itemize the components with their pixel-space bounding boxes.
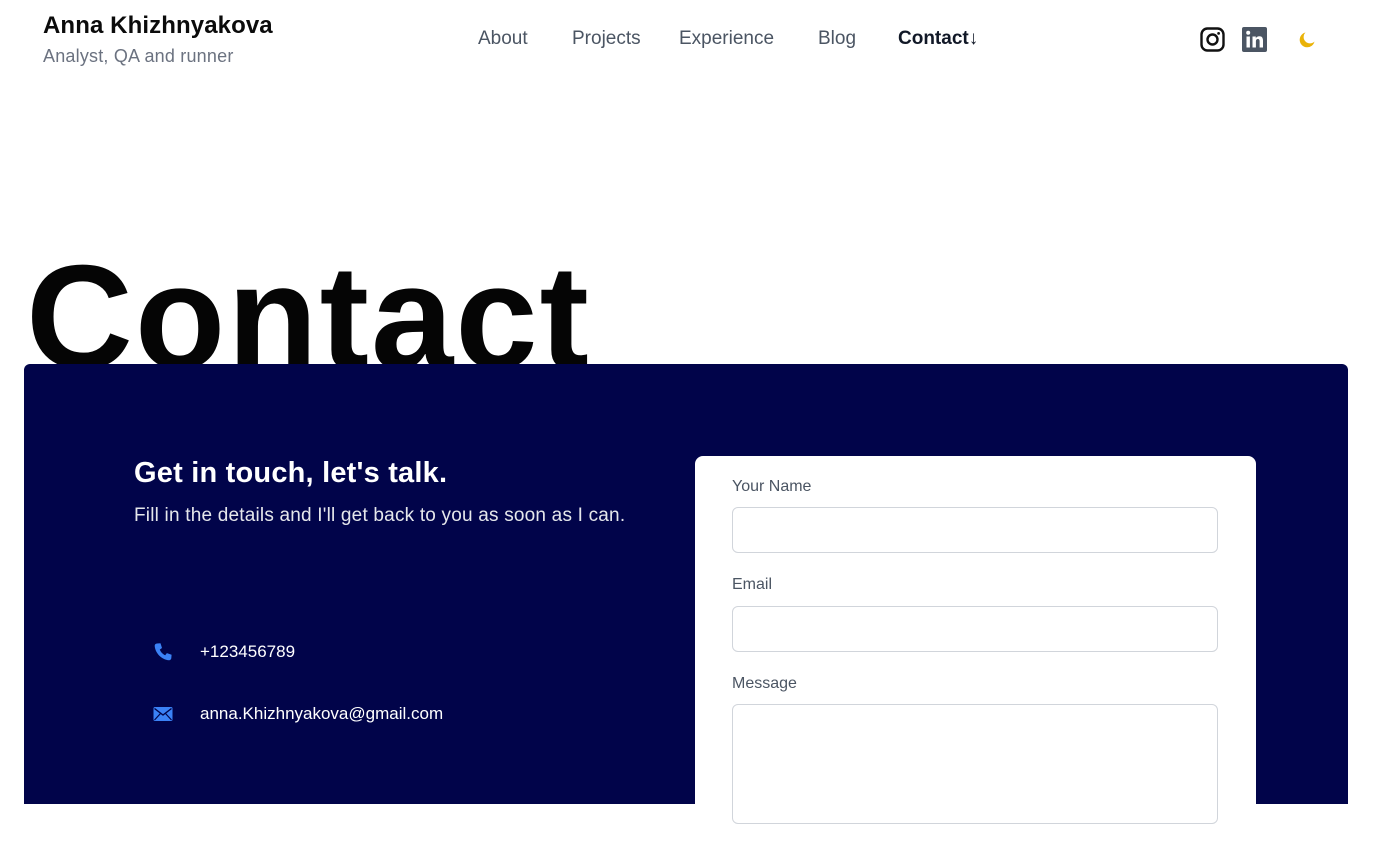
instagram-icon[interactable]: [1200, 27, 1225, 52]
nav-blog[interactable]: Blog: [818, 28, 856, 50]
phone-icon: [152, 641, 174, 663]
nav-projects[interactable]: Projects: [572, 28, 641, 50]
message-label: Message: [732, 675, 797, 692]
contact-form: Your Name Email Message: [695, 456, 1256, 856]
email-row[interactable]: anna.Khizhnyakova@gmail.com: [152, 702, 443, 726]
envelope-icon: [152, 703, 174, 725]
email-field[interactable]: [732, 606, 1218, 652]
email-address[interactable]: anna.Khizhnyakova@gmail.com: [200, 704, 443, 724]
phone-row[interactable]: +123456789: [152, 640, 295, 664]
contact-heading: Get in touch, let's talk.: [134, 457, 448, 489]
email-label: Email: [732, 576, 773, 593]
contact-subheading: Fill in the details and I'll get back to…: [134, 505, 626, 526]
linkedin-icon[interactable]: [1242, 27, 1267, 52]
main-nav: About Projects Experience Blog Contact↓: [0, 28, 1378, 54]
name-field[interactable]: [732, 507, 1218, 553]
moon-icon[interactable]: [1297, 30, 1317, 50]
name-label: Your Name: [732, 478, 812, 495]
nav-about[interactable]: About: [478, 28, 528, 50]
nav-experience[interactable]: Experience: [679, 28, 774, 50]
contact-panel: Get in touch, let's talk. Fill in the de…: [24, 364, 1348, 856]
phone-number[interactable]: +123456789: [200, 642, 295, 662]
message-field[interactable]: [732, 704, 1218, 824]
site-header: Anna Khizhnyakova Analyst, QA and runner…: [0, 0, 1378, 90]
nav-contact[interactable]: Contact↓: [898, 28, 978, 50]
